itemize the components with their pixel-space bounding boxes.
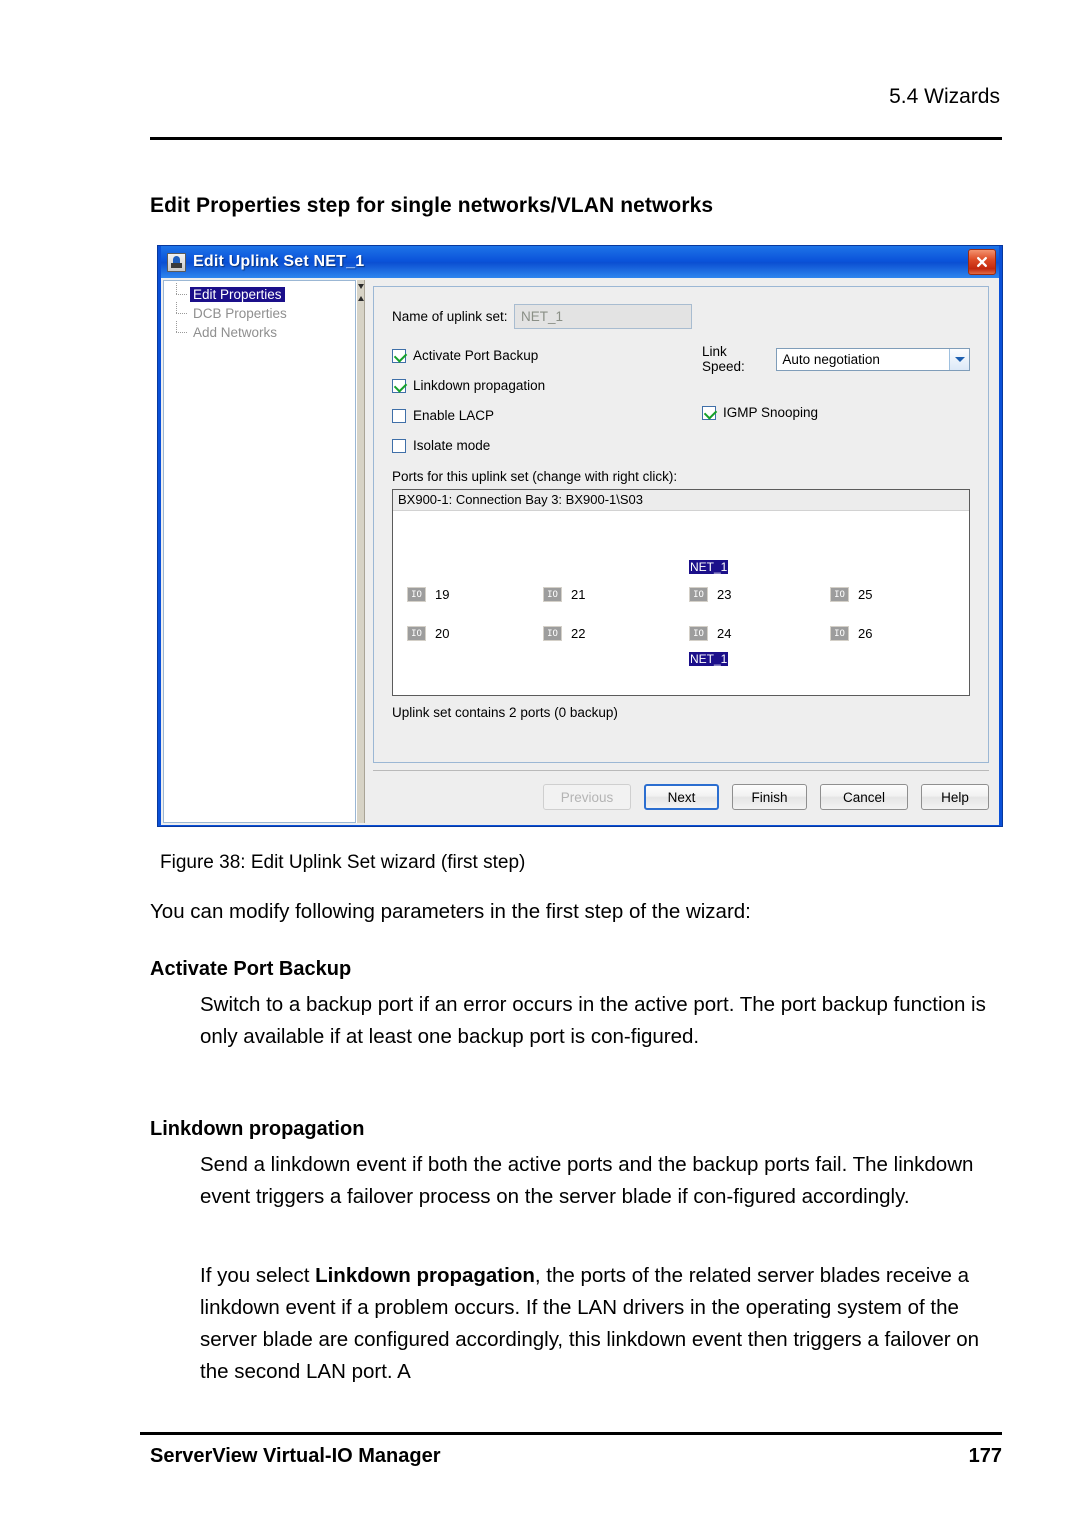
port-item[interactable]: IO 24 [689, 626, 731, 641]
close-icon[interactable] [968, 249, 996, 275]
checkbox-icon[interactable] [392, 438, 406, 453]
port-item[interactable]: IO 20 [407, 626, 449, 641]
figure-caption: Figure 38: Edit Uplink Set wizard (first… [160, 852, 526, 873]
split-pane-divider[interactable] [356, 280, 365, 823]
checkbox-label: Isolate mode [413, 438, 491, 453]
ports-panel[interactable]: BX900-1: Connection Bay 3: BX900-1\S03 I… [392, 489, 970, 696]
checkbox-label: Linkdown propagation [413, 378, 546, 393]
triangle-up-icon[interactable] [358, 284, 364, 289]
previous-button[interactable]: Previous [543, 784, 631, 810]
port-item[interactable]: IO 22 [543, 626, 585, 641]
cancel-button[interactable]: Cancel [820, 784, 908, 810]
chevron-down-icon[interactable] [949, 348, 969, 370]
intro-paragraph: You can modify following parameters in t… [150, 900, 751, 923]
port-number: 25 [858, 587, 873, 602]
ports-caption: Ports for this uplink set (change with r… [392, 469, 678, 484]
port-item[interactable]: IO 25 [830, 587, 872, 602]
uplink-name-label: Name of uplink set: [392, 309, 508, 324]
term-linkdown-propagation: Linkdown propagation [150, 1118, 365, 1140]
io-port-icon: IO [830, 587, 849, 602]
port-number: 22 [571, 626, 586, 641]
dialog-title: Edit Uplink Set NET_1 [193, 253, 365, 270]
document-page: 5.4 Wizards Edit Properties step for sin… [0, 0, 1080, 1531]
right-options-column: Link Speed: Auto negotiation IGMP Snoopi… [702, 344, 970, 420]
port-number: 21 [571, 587, 586, 602]
dialog-body: Edit Properties DCB Properties Add Netwo… [161, 278, 999, 825]
edit-properties-panel: Name of uplink set: NET_1 Activate Port … [373, 286, 989, 763]
checkbox-label: Activate Port Backup [413, 348, 539, 363]
io-port-icon: IO [543, 587, 562, 602]
checkbox-icon[interactable] [392, 378, 406, 393]
triangle-down-icon[interactable] [358, 296, 364, 301]
io-port-icon: IO [543, 626, 562, 641]
wizard-step-tree[interactable]: Edit Properties DCB Properties Add Netwo… [163, 280, 356, 823]
port-number: 24 [717, 626, 732, 641]
tree-item-label: DCB Properties [193, 306, 287, 321]
ports-grid: IO 19 IO 20 IO 21 IO 22 NET_1 IO 23 IO 2… [393, 511, 969, 696]
footer-product: ServerView Virtual-IO Manager [150, 1445, 441, 1467]
dialog-button-bar: Previous Next Finish Cancel Help [373, 770, 989, 823]
io-port-icon: IO [689, 587, 708, 602]
tree-elbow-icon [170, 321, 190, 342]
ports-summary: Uplink set contains 2 ports (0 backup) [392, 705, 618, 720]
header-divider [150, 137, 1002, 140]
port-network-tag: NET_1 [689, 560, 729, 574]
port-item[interactable]: IO 21 [543, 587, 585, 602]
next-button[interactable]: Next [644, 784, 719, 810]
port-network-tag: NET_1 [689, 652, 729, 666]
tree-item-dcb-properties[interactable]: DCB Properties [164, 302, 355, 323]
checkbox-isolate-mode[interactable]: Isolate mode [392, 437, 970, 454]
edit-uplink-set-dialog: Edit Uplink Set NET_1 Edit Properties DC… [157, 245, 1003, 827]
port-number: 20 [435, 626, 450, 641]
section-heading: Edit Properties step for single networks… [150, 194, 714, 217]
io-port-icon: IO [407, 626, 426, 641]
port-item[interactable]: IO 23 [689, 587, 731, 602]
link-speed-select[interactable]: Auto negotiation [776, 347, 970, 371]
tree-item-label: Edit Properties [190, 287, 285, 302]
dialog-titlebar[interactable]: Edit Uplink Set NET_1 [161, 246, 999, 278]
options-group: Activate Port Backup Linkdown propagatio… [392, 344, 970, 467]
footer-divider [140, 1432, 1002, 1435]
port-item[interactable]: IO 19 [407, 587, 449, 602]
link-speed-row: Link Speed: Auto negotiation [702, 344, 970, 374]
port-number: 19 [435, 587, 450, 602]
term-body-activate-port-backup: Switch to a backup port if an error occu… [200, 993, 986, 1048]
term-body-linkdown-propagation: Send a linkdown event if both the active… [200, 1153, 974, 1208]
tree-item-add-networks[interactable]: Add Networks [164, 321, 355, 342]
uplink-name-row: Name of uplink set: NET_1 [392, 303, 970, 330]
link-speed-value: Auto negotiation [782, 351, 880, 367]
body2-prefix: If you select [200, 1264, 316, 1287]
tree-elbow-icon [170, 283, 190, 304]
port-number: 26 [858, 626, 873, 641]
tree-item-label: Add Networks [193, 325, 278, 340]
checkbox-icon[interactable] [392, 348, 406, 363]
wizard-content-pane: Name of uplink set: NET_1 Activate Port … [365, 280, 997, 823]
checkbox-icon[interactable] [392, 408, 406, 423]
checkbox-igmp-snooping[interactable]: IGMP Snooping [702, 405, 970, 420]
running-head: 5.4 Wizards [889, 85, 1000, 108]
body2-bold: Linkdown propagation [315, 1264, 535, 1287]
footer-page-number: 177 [968, 1445, 1002, 1467]
ports-group-header: BX900-1: Connection Bay 3: BX900-1\S03 [393, 490, 969, 511]
port-item[interactable]: IO 26 [830, 626, 872, 641]
io-port-icon: IO [830, 626, 849, 641]
port-number: 23 [717, 587, 732, 602]
term-activate-port-backup: Activate Port Backup [150, 958, 352, 980]
finish-button[interactable]: Finish [732, 784, 807, 810]
io-port-icon: IO [407, 587, 426, 602]
uplink-name-input[interactable]: NET_1 [514, 304, 692, 329]
checkbox-icon[interactable] [702, 405, 716, 420]
java-coffee-cup-icon [167, 252, 186, 272]
tree-item-edit-properties[interactable]: Edit Properties [164, 283, 355, 304]
checkbox-label: IGMP Snooping [723, 405, 819, 420]
checkbox-label: Enable LACP [413, 408, 495, 423]
term-body2-linkdown-propagation: If you select Linkdown propagation, the … [200, 1260, 1005, 1388]
link-speed-label: Link Speed: [702, 344, 745, 374]
help-button[interactable]: Help [921, 784, 989, 810]
io-port-icon: IO [689, 626, 708, 641]
tree-elbow-icon [170, 302, 190, 323]
